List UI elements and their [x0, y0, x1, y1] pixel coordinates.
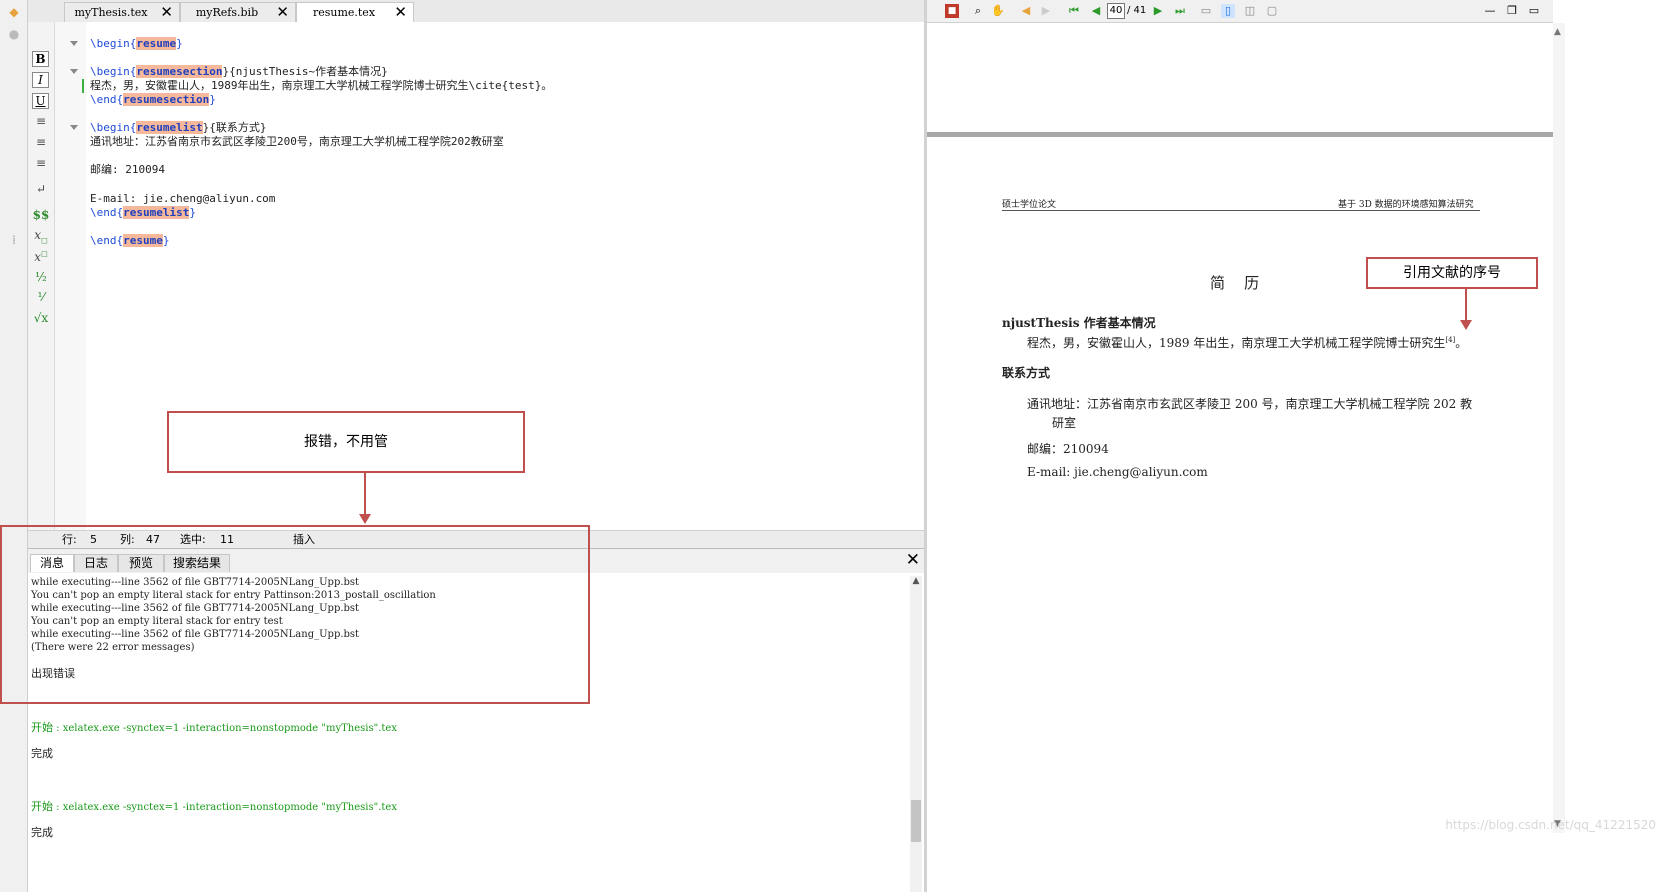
fold-icon[interactable]	[70, 41, 78, 46]
code-line: \end{resumelist}	[90, 206, 196, 219]
page-separator	[927, 132, 1553, 137]
code-line: \end{resumesection}	[90, 93, 216, 106]
pdf-postcode: 邮编：210094	[1027, 442, 1109, 456]
two-page-icon[interactable]: ◫	[1243, 4, 1257, 18]
viewer-scrollbar[interactable]: ▲ ▼	[1553, 23, 1565, 833]
pdf-section-heading: njustThesis 作者基本情况	[1002, 316, 1156, 330]
first-page-icon[interactable]: ⏮	[1067, 4, 1081, 18]
citation-annotation: 引用文献的序号	[1366, 257, 1538, 289]
code-line: \begin{resumesection}{njustThesis~作者基本情况…	[90, 65, 388, 78]
italic-button[interactable]: I	[32, 72, 49, 88]
format-toolbar: B I U ≡ ≡ ≡ ↵ $$ x□ x□ ½ ⅟ √x	[28, 22, 55, 530]
pdf-bio: 程杰，男，安徽霍山人，1989 年出生，南京理工大学机械工程学院博士研究生[4]…	[1027, 336, 1468, 350]
done-status: 完成	[31, 747, 53, 760]
code-line: 邮编: 210094	[90, 163, 165, 176]
pdf-address-line: 研室	[1052, 416, 1077, 430]
annotation-arrow	[1460, 288, 1472, 330]
line-gutter	[55, 22, 86, 530]
pdf-icon[interactable]: ■	[945, 4, 959, 18]
close-icon[interactable]: ✕	[160, 3, 173, 22]
compile-command: 开始 : xelatex.exe -synctex=1 -interaction…	[31, 721, 397, 734]
close-icon[interactable]: ✕	[394, 3, 407, 22]
pdf-viewer-toolbar: ■ ⌕ ✋ ◀ ▶ ⏮ ◀ 40 / 41 ▶ ⏭ ▭ ▯ ◫ ▢ — ❐ ▭	[927, 0, 1553, 23]
next-page-icon[interactable]: ▶	[1151, 4, 1165, 18]
editor-tab-bar: myThesis.tex ✕ myRefs.bib ✕ resume.tex ✕	[28, 0, 924, 23]
pdf-title: 简 历	[1210, 274, 1260, 292]
code-line: E-mail: jie.cheng@aliyun.com	[90, 192, 276, 205]
code-line: \begin{resumelist}{联系方式}	[90, 121, 267, 134]
tab-myrefs[interactable]: myRefs.bib ✕	[180, 2, 296, 22]
page-number-input[interactable]: 40	[1107, 3, 1125, 19]
restore-icon[interactable]: ❐	[1505, 4, 1519, 18]
error-highlight-box	[0, 525, 590, 704]
minimize-icon[interactable]: —	[1483, 4, 1497, 18]
fit-width-icon[interactable]: ▯	[1221, 4, 1235, 18]
code-line: 通讯地址：江苏省南京市玄武区孝陵卫200号，南京理工大学机械工程学院202教研室	[90, 135, 504, 148]
header-rule	[1002, 210, 1480, 211]
search-icon[interactable]: ⌕	[971, 4, 985, 18]
scroll-up-icon[interactable]: ▲	[1554, 27, 1561, 37]
maximize-icon[interactable]: ▭	[1527, 4, 1541, 18]
superscript-icon[interactable]: x□	[31, 250, 51, 264]
back-icon[interactable]: ◀	[1019, 4, 1033, 18]
pdf-header-right: 基于 3D 数据的环境感知算法研究	[1338, 200, 1474, 210]
error-annotation: 报错，不用管	[167, 411, 525, 473]
forward-icon[interactable]: ▶	[1039, 4, 1053, 18]
last-page-icon[interactable]: ⏭	[1173, 4, 1187, 18]
newline-icon[interactable]: ↵	[31, 182, 51, 196]
message-scrollbar[interactable]: ▲	[910, 576, 922, 892]
align-center-icon[interactable]: ≡	[31, 135, 51, 149]
align-right-icon[interactable]: ≡	[31, 156, 51, 170]
underline-button[interactable]: U	[32, 93, 49, 109]
forward-icon[interactable]: ●	[6, 26, 22, 42]
pdf-section-heading: 联系方式	[1002, 366, 1051, 380]
fraction-icon[interactable]: ½	[31, 270, 51, 284]
scroll-thumb[interactable]	[911, 800, 921, 842]
close-icon[interactable]: ✕	[906, 551, 920, 569]
folder-back-icon[interactable]: ◆	[6, 4, 22, 20]
close-icon[interactable]: ✕	[276, 3, 289, 22]
tab-mythesis[interactable]: myThesis.tex ✕	[64, 2, 180, 22]
tab-label: resume.tex	[312, 6, 376, 19]
code-line: \end{resume}	[90, 234, 170, 247]
pdf-address-line: 通讯地址：江苏省南京市玄武区孝陵卫 200 号，南京理工大学机械工程学院 202…	[1027, 397, 1473, 411]
tab-resume[interactable]: resume.tex ✕	[296, 2, 414, 22]
fold-icon[interactable]	[70, 69, 78, 74]
subscript-icon[interactable]: x□	[31, 228, 51, 244]
math-mode-icon[interactable]: $$	[31, 208, 51, 222]
hand-tool-icon[interactable]: ✋	[991, 4, 1005, 18]
compile-command: 开始 : xelatex.exe -synctex=1 -interaction…	[31, 800, 397, 813]
page-total: / 41	[1127, 5, 1147, 16]
pdf-page-area[interactable]	[927, 23, 1553, 892]
tab-label: myRefs.bib	[195, 6, 259, 19]
watermark: https://blog.csdn.net/qq_41221520	[1445, 818, 1656, 832]
sqrt-icon[interactable]: √x	[31, 311, 51, 325]
dfrac-icon[interactable]: ⅟	[31, 290, 51, 304]
pdf-header-left: 硕士学位论文	[1002, 200, 1057, 210]
tab-label: myThesis.tex	[74, 6, 148, 19]
annotation-arrow	[359, 472, 371, 524]
pdf-email: E-mail: jie.cheng@aliyun.com	[1027, 465, 1208, 479]
done-status: 完成	[31, 826, 53, 839]
code-line: 程杰，男，安徽霍山人，1989年出生，南京理工大学机械工程学院博士研究生\cit…	[90, 79, 553, 92]
align-left-icon[interactable]: ≡	[31, 114, 51, 128]
fit-page-icon[interactable]: ▭	[1199, 4, 1213, 18]
scroll-up-icon[interactable]: ▲	[911, 576, 921, 586]
fold-icon[interactable]	[70, 125, 78, 130]
citation-number: [4]	[1445, 336, 1456, 344]
change-marker	[82, 79, 84, 93]
panel-splitter-icon[interactable]: ⁞	[6, 232, 22, 248]
code-line: \begin{resume}	[90, 37, 183, 50]
left-tool-strip: ◆ ● ⁞	[0, 0, 28, 892]
continuous-icon[interactable]: ▢	[1265, 4, 1279, 18]
bold-button[interactable]: B	[32, 51, 49, 67]
previous-page-icon[interactable]: ◀	[1089, 4, 1103, 18]
